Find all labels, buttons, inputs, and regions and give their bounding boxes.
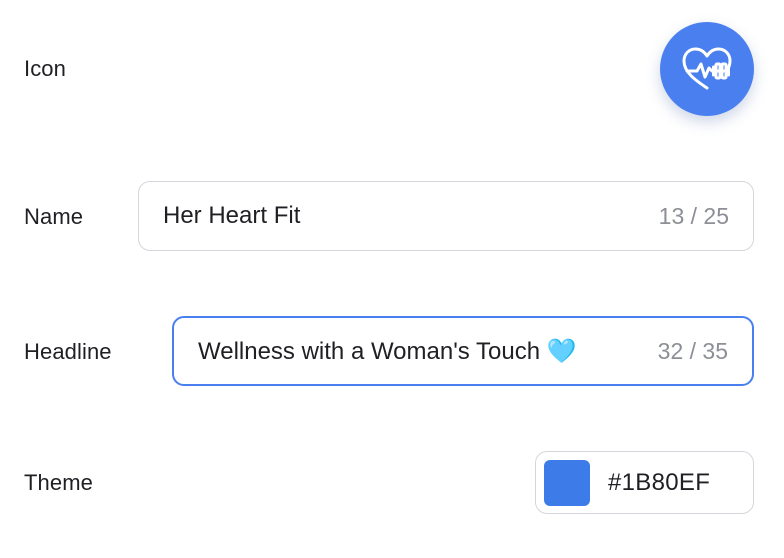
app-icon-button[interactable] — [660, 22, 754, 116]
headline-input-value[interactable]: Wellness with a Woman's Touch 🩵 — [198, 337, 646, 366]
name-input-value[interactable]: Her Heart Fit — [163, 202, 647, 230]
name-label: Name — [24, 204, 84, 229]
headline-label: Headline — [24, 339, 112, 364]
icon-label: Icon — [24, 56, 66, 81]
heart-dumbbell-icon — [677, 44, 737, 94]
app-settings-form: Icon Name Her Heart Fit 13 / 25 Headline… — [0, 0, 784, 558]
headline-input[interactable]: Wellness with a Woman's Touch 🩵 32 / 35 — [172, 316, 754, 386]
theme-hex-value[interactable]: #1B80EF — [608, 469, 710, 497]
name-char-counter: 13 / 25 — [658, 202, 729, 229]
theme-label: Theme — [24, 470, 93, 495]
theme-color-picker[interactable]: #1B80EF — [535, 451, 754, 514]
name-input[interactable]: Her Heart Fit 13 / 25 — [138, 181, 754, 251]
headline-char-counter: 32 / 35 — [657, 337, 728, 364]
theme-color-swatch[interactable] — [544, 459, 590, 506]
